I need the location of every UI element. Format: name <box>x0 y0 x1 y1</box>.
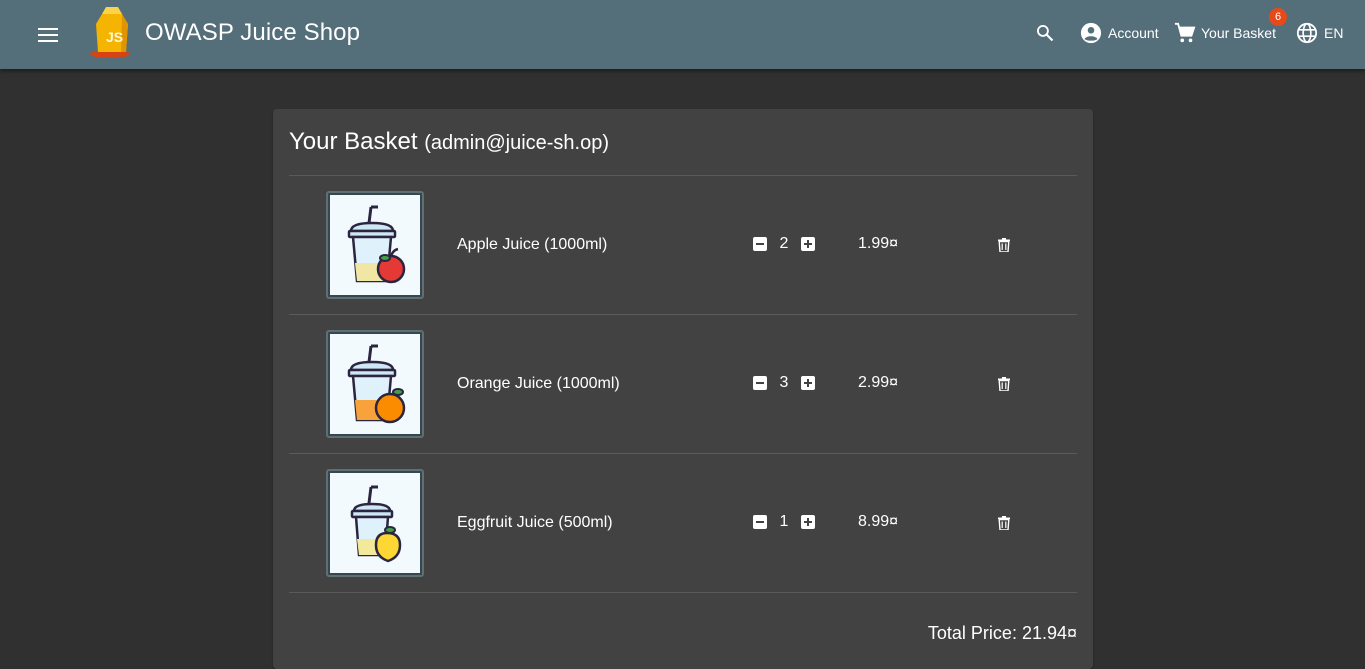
trash-icon <box>998 516 1010 530</box>
basket-row-eggfruit-juice: Eggfruit Juice (500ml) 1 8.99¤ <box>289 454 1077 593</box>
juice-shop-logo[interactable]: JS <box>88 4 138 60</box>
quantity-value: 3 <box>779 374 789 391</box>
row-divider <box>289 592 1077 593</box>
account-label: Account <box>1108 25 1159 41</box>
search-button[interactable] <box>1031 19 1059 47</box>
item-name: Orange Juice (1000ml) <box>457 375 620 392</box>
basket-label: Your Basket <box>1201 25 1276 41</box>
product-image <box>326 330 424 438</box>
orange-juice-image <box>347 344 406 424</box>
language-label: EN <box>1324 25 1344 41</box>
minus-box-icon <box>753 237 767 251</box>
shopping-cart-icon <box>1174 22 1196 43</box>
decrease-quantity-button[interactable] <box>753 515 767 529</box>
basket-heading: Your Basket (admin@juice-sh.op) <box>289 128 609 156</box>
delete-item-button[interactable] <box>995 236 1013 254</box>
basket-button[interactable]: Your Basket <box>1174 21 1276 45</box>
plus-box-icon <box>801 515 815 529</box>
quantity-stepper: 1 <box>753 513 815 531</box>
basket-count-badge: 6 <box>1269 8 1287 26</box>
basket-title: Your Basket <box>289 128 418 155</box>
minus-box-icon <box>753 376 767 390</box>
search-icon <box>1037 25 1054 42</box>
apple-juice-image <box>347 205 406 284</box>
product-image <box>326 469 424 577</box>
basket-card: Your Basket (admin@juice-sh.op) Apple Ju… <box>273 109 1093 669</box>
basket-row-apple-juice: Apple Juice (1000ml) 2 1.99¤ <box>289 176 1077 315</box>
item-price: 8.99¤ <box>858 513 899 530</box>
total-price: Total Price: 21.94¤ <box>927 623 1077 643</box>
basket-user-email: (admin@juice-sh.op) <box>424 132 610 154</box>
increase-quantity-button[interactable] <box>801 515 815 529</box>
menu-icon <box>38 28 58 42</box>
product-image <box>326 191 424 299</box>
decrease-quantity-button[interactable] <box>753 376 767 390</box>
quantity-stepper: 2 <box>753 235 815 253</box>
svg-text:JS: JS <box>106 29 123 45</box>
quantity-stepper: 3 <box>753 374 815 392</box>
quantity-value: 1 <box>779 513 789 530</box>
item-name: Eggfruit Juice (500ml) <box>457 514 613 531</box>
item-price: 2.99¤ <box>858 374 899 391</box>
trash-icon <box>998 238 1010 252</box>
increase-quantity-button[interactable] <box>801 376 815 390</box>
delete-item-button[interactable] <box>995 375 1013 393</box>
account-button[interactable]: Account <box>1080 21 1159 45</box>
basket-row-orange-juice: Orange Juice (1000ml) 3 2.99¤ <box>289 315 1077 454</box>
minus-box-icon <box>753 515 767 529</box>
top-toolbar: JS OWASP Juice Shop Account Your Basket … <box>0 0 1365 69</box>
quantity-value: 2 <box>779 235 789 252</box>
delete-item-button[interactable] <box>995 514 1013 532</box>
account-circle-icon <box>1080 22 1102 44</box>
item-name: Apple Juice (1000ml) <box>457 236 608 253</box>
menu-button[interactable] <box>30 17 66 53</box>
eggfruit-juice-image <box>350 485 402 563</box>
globe-icon <box>1296 22 1318 44</box>
item-price: 1.99¤ <box>858 235 899 252</box>
decrease-quantity-button[interactable] <box>753 237 767 251</box>
plus-box-icon <box>801 237 815 251</box>
app-title[interactable]: OWASP Juice Shop <box>145 19 360 47</box>
trash-icon <box>998 377 1010 391</box>
increase-quantity-button[interactable] <box>801 237 815 251</box>
plus-box-icon <box>801 376 815 390</box>
language-button[interactable]: EN <box>1296 21 1343 45</box>
